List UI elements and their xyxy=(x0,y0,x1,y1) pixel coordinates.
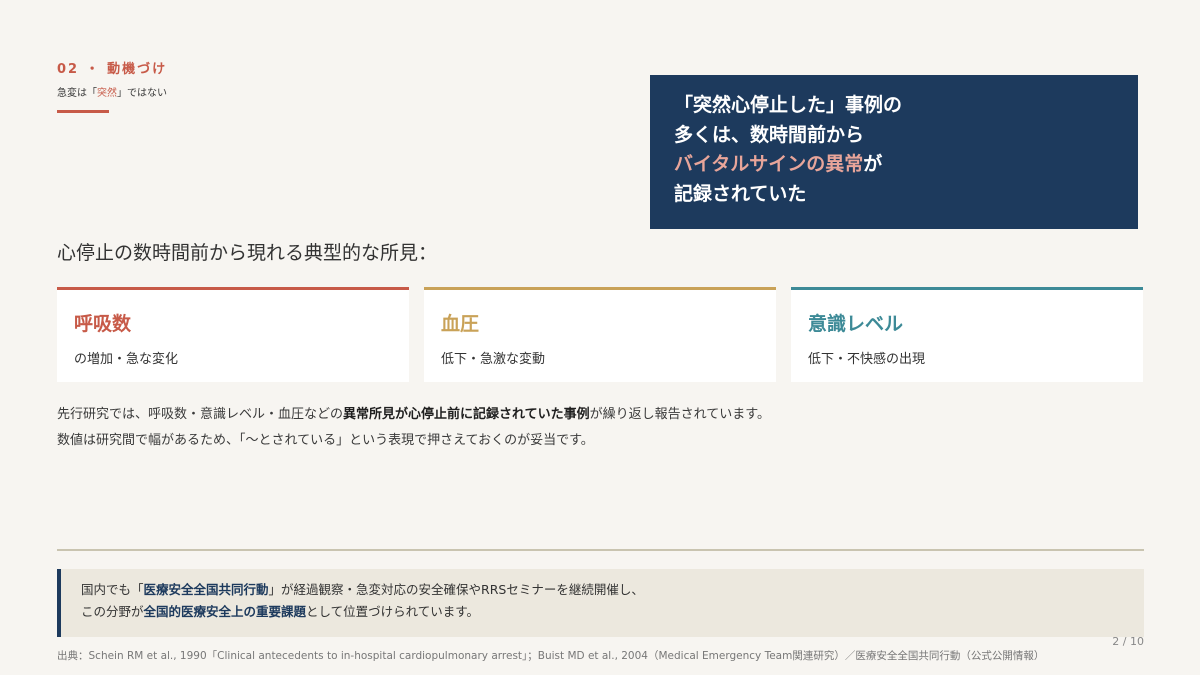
section-label: 02 ・ 動機づけ xyxy=(57,62,168,77)
note-l1-bold: 医療安全全国共同行動 xyxy=(143,582,269,597)
page-number: 2 / 10 xyxy=(1112,635,1144,648)
note-box: 国内でも「医療安全全国共同行動」が経過観察・急変対応の安全確保やRRSセミナーを… xyxy=(57,569,1144,637)
card-title: 意識レベル xyxy=(808,313,904,335)
card-consciousness-level: 意識レベル 低下・不快感の出現 xyxy=(791,287,1143,382)
body-p1-suffix: が繰り返し報告されています。 xyxy=(589,407,770,422)
callout-line-3-suffix: が xyxy=(863,153,883,175)
section-rule xyxy=(57,110,109,113)
body-p1-bold: 異常所見が心停止前に記録されていた事例 xyxy=(343,407,590,422)
section-subtitle: 急変は「突然」ではない xyxy=(57,84,167,99)
lead-heading: 心停止の数時間前から現れる典型的な所見： xyxy=(57,242,438,264)
body-paragraph-2: 数値は研究間で幅があるため、「〜とされている」という表現で押さえておくのが妥当で… xyxy=(57,433,594,448)
callout-box: 「突然心停止した」事例の 多くは、数時間前から バイタルサインの異常が 記録され… xyxy=(650,75,1138,229)
note-l1-prefix: 国内でも「 xyxy=(81,582,144,597)
body-p1-prefix: 先行研究では、呼吸数・意識レベル・血圧などの xyxy=(57,407,344,422)
card-description: 低下・不快感の出現 xyxy=(808,352,926,367)
callout-line-3: バイタルサインの異常が xyxy=(674,150,1114,180)
callout-highlight: バイタルサインの異常 xyxy=(674,153,864,175)
callout-line-4: 記録されていた xyxy=(674,182,807,205)
section-subtitle-suffix: 」ではない xyxy=(117,88,167,99)
card-blood-pressure: 血圧 低下・急激な変動 xyxy=(424,287,776,382)
note-l2-prefix: この分野が xyxy=(81,604,144,619)
divider xyxy=(57,549,1144,551)
note-line-1: 国内でも「医療安全全国共同行動」が経過観察・急変対応の安全確保やRRSセミナーを… xyxy=(81,579,1144,601)
source-citation: 出典：Schein RM et al., 1990「Clinical antec… xyxy=(57,650,1045,662)
card-description: の増加・急な変化 xyxy=(74,352,179,367)
card-description: 低下・急激な変動 xyxy=(441,352,546,367)
finding-cards: 呼吸数 の増加・急な変化 血圧 低下・急激な変動 意識レベル 低下・不快感の出現 xyxy=(57,287,1144,382)
section-subtitle-prefix: 急変は「 xyxy=(57,88,97,99)
body-paragraph-1: 先行研究では、呼吸数・意識レベル・血圧などの異常所見が心停止前に記録されていた事… xyxy=(57,402,1147,428)
body-text: 先行研究では、呼吸数・意識レベル・血圧などの異常所見が心停止前に記録されていた事… xyxy=(57,402,1147,454)
callout-line-1: 「突然心停止した」事例の xyxy=(674,94,903,116)
note-l1-suffix: 」が経過観察・急変対応の安全確保やRRSセミナーを継続開催し、 xyxy=(268,582,644,597)
callout-line-2: 多くは、数時間前から xyxy=(674,123,865,146)
card-title: 血圧 xyxy=(441,313,480,335)
section-subtitle-accent: 突然 xyxy=(97,88,117,99)
note-l2-bold: 全国的医療安全上の重要課題 xyxy=(143,604,307,619)
card-title: 呼吸数 xyxy=(74,313,132,335)
note-l2-suffix: として位置づけられています。 xyxy=(306,604,480,619)
card-respiratory-rate: 呼吸数 の増加・急な変化 xyxy=(57,287,409,382)
note-line-2: この分野が全国的医療安全上の重要課題として位置づけられています。 xyxy=(81,601,1144,623)
